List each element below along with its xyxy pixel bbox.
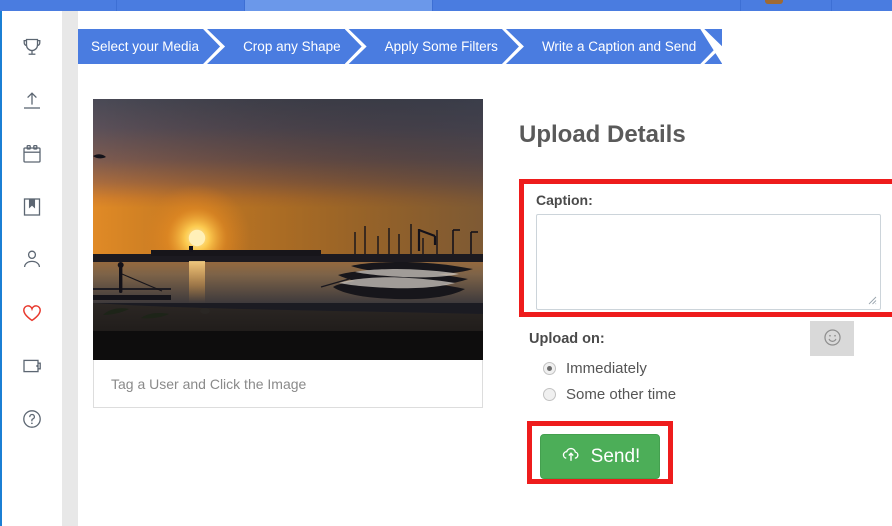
heart-icon: [20, 301, 44, 325]
sidebar-item-calendar[interactable]: [2, 127, 62, 180]
sunset-harbour-photo: [93, 99, 483, 360]
step-crop-shape[interactable]: Crop any Shape: [225, 29, 367, 64]
step-label: Select your Media: [91, 39, 200, 54]
radio-label-immediately: Immediately: [566, 360, 647, 377]
help-icon: [20, 407, 44, 431]
send-button-label: Send!: [590, 445, 641, 467]
step-write-caption[interactable]: Write a Caption and Send: [523, 29, 723, 64]
caption-input[interactable]: [536, 214, 881, 310]
step-select-media[interactable]: Select your Media: [78, 29, 226, 64]
sidebar-gutter: [62, 11, 78, 526]
tag-user-hint-text: Tag a User and Click the Image: [111, 375, 307, 392]
sidebar: [2, 11, 62, 526]
sidebar-item-trophy[interactable]: [2, 21, 62, 74]
emoji-picker-button[interactable]: [810, 321, 854, 356]
sidebar-item-bookmark[interactable]: [2, 180, 62, 233]
send-button[interactable]: Send!: [540, 434, 660, 479]
page-title: Upload Details: [519, 121, 686, 148]
upload-on-label: Upload on:: [529, 331, 605, 347]
navbar-item-1[interactable]: [117, 0, 245, 11]
sidebar-item-heart[interactable]: [2, 286, 62, 339]
upload-icon: [20, 89, 44, 113]
caption-highlight-box: Caption:: [519, 179, 892, 317]
radio-option-immediately[interactable]: Immediately: [543, 360, 647, 377]
navbar-account[interactable]: [740, 0, 832, 11]
step-label: Crop any Shape: [243, 39, 341, 54]
smiley-icon: [822, 327, 843, 351]
navbar-spacer: [433, 0, 740, 11]
sidebar-item-wallet[interactable]: [2, 339, 62, 392]
wallet-icon: [20, 354, 44, 378]
sidebar-item-user[interactable]: [2, 233, 62, 286]
main-content: Select your Media Crop any Shape Apply S…: [78, 11, 892, 526]
trophy-icon: [20, 36, 44, 60]
user-icon: [20, 248, 44, 272]
navbar-item-2-active[interactable]: [245, 0, 433, 11]
sidebar-item-help[interactable]: [2, 392, 62, 445]
radio-label-some-other-time: Some other time: [566, 386, 677, 403]
caption-label: Caption:: [536, 192, 593, 208]
app-root: Select your Media Crop any Shape Apply S…: [0, 0, 892, 526]
send-highlight-box: Send!: [527, 421, 673, 484]
step-label: Write a Caption and Send: [541, 39, 697, 54]
top-navbar: [0, 0, 892, 11]
breadcrumb: Select your Media Crop any Shape Apply S…: [78, 29, 723, 64]
radio-option-some-other-time[interactable]: Some other time: [543, 386, 676, 403]
media-card: Tag a User and Click the Image: [93, 99, 483, 408]
calendar-icon: [20, 142, 44, 166]
avatar: [765, 0, 783, 4]
radio-dot-immediately[interactable]: [543, 362, 556, 375]
tag-user-hint-bar[interactable]: Tag a User and Click the Image: [93, 360, 483, 408]
step-label: Apply Some Filters: [384, 39, 498, 54]
cloud-upload-icon: [560, 443, 582, 471]
bookmark-icon: [20, 195, 44, 219]
sidebar-item-upload[interactable]: [2, 74, 62, 127]
radio-dot-some-other-time[interactable]: [543, 388, 556, 401]
media-preview-image[interactable]: [93, 99, 483, 360]
step-apply-filters[interactable]: Apply Some Filters: [366, 29, 524, 64]
navbar-brand[interactable]: [0, 0, 117, 11]
navbar-end[interactable]: [832, 0, 892, 11]
